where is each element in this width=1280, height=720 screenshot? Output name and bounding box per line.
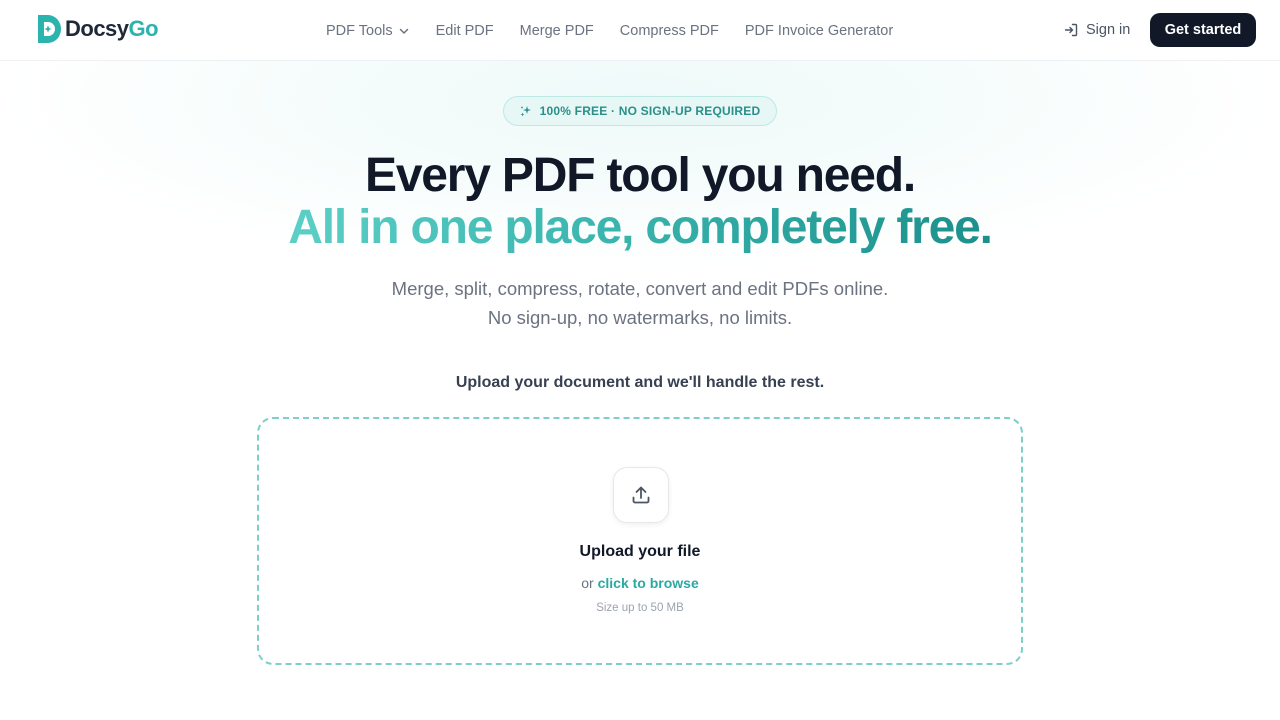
file-dropzone[interactable]: Upload your file or click to browse Size…: [257, 417, 1023, 665]
sparkle-icon: [520, 106, 531, 117]
hero-title: Every PDF tool you need. All in one plac…: [0, 150, 1280, 254]
nav-pdf-tools-dropdown[interactable]: PDF Tools: [326, 23, 410, 39]
dropzone-browse-prefix: or: [581, 575, 598, 591]
hero-title-line1: Every PDF tool you need.: [365, 149, 916, 202]
logo-text-go: Go: [128, 16, 159, 41]
nav-merge-pdf[interactable]: Merge PDF: [520, 23, 594, 39]
nav-pdf-invoice-generator[interactable]: PDF Invoice Generator: [745, 23, 893, 39]
browse-link[interactable]: click to browse: [598, 575, 699, 591]
nav-compress-pdf[interactable]: Compress PDF: [620, 23, 719, 39]
upload-icon: [632, 486, 650, 504]
upload-prompt: Upload your document and we'll handle th…: [455, 374, 825, 391]
top-navbar: DocsyGo PDF Tools Edit PDF Merge PDF Com…: [0, 0, 1280, 61]
dropzone-size-note: Size up to 50 MB: [596, 602, 684, 614]
free-badge-text: 100% FREE · NO SIGN-UP REQUIRED: [539, 104, 761, 118]
logo-text-docsy: Docsy: [65, 16, 129, 41]
free-badge: 100% FREE · NO SIGN-UP REQUIRED: [503, 96, 777, 126]
sign-in-link[interactable]: Sign in: [1063, 20, 1130, 40]
get-started-button[interactable]: Get started: [1150, 13, 1256, 47]
hero-subtitle: Merge, split, compress, rotate, convert …: [391, 278, 889, 328]
upload-icon-box: [613, 467, 669, 523]
chevron-down-icon: [399, 28, 408, 34]
logo[interactable]: DocsyGo: [35, 13, 159, 45]
nav-pdf-tools-label: PDF Tools: [326, 22, 393, 39]
sign-in-label: Sign in: [1086, 22, 1131, 38]
dropzone-browse-line: or click to browse: [259, 575, 1021, 591]
sign-in-icon: [1064, 23, 1078, 37]
hero-title-line2: All in one place, completely free.: [288, 201, 993, 254]
dropzone-title: Upload your file: [579, 543, 701, 560]
nav-edit-pdf[interactable]: Edit PDF: [436, 23, 494, 39]
logo-text: DocsyGo: [65, 16, 159, 42]
logo-mark-icon: [38, 15, 61, 43]
main-nav: PDF Tools Edit PDF Merge PDF Compress PD…: [326, 0, 919, 61]
